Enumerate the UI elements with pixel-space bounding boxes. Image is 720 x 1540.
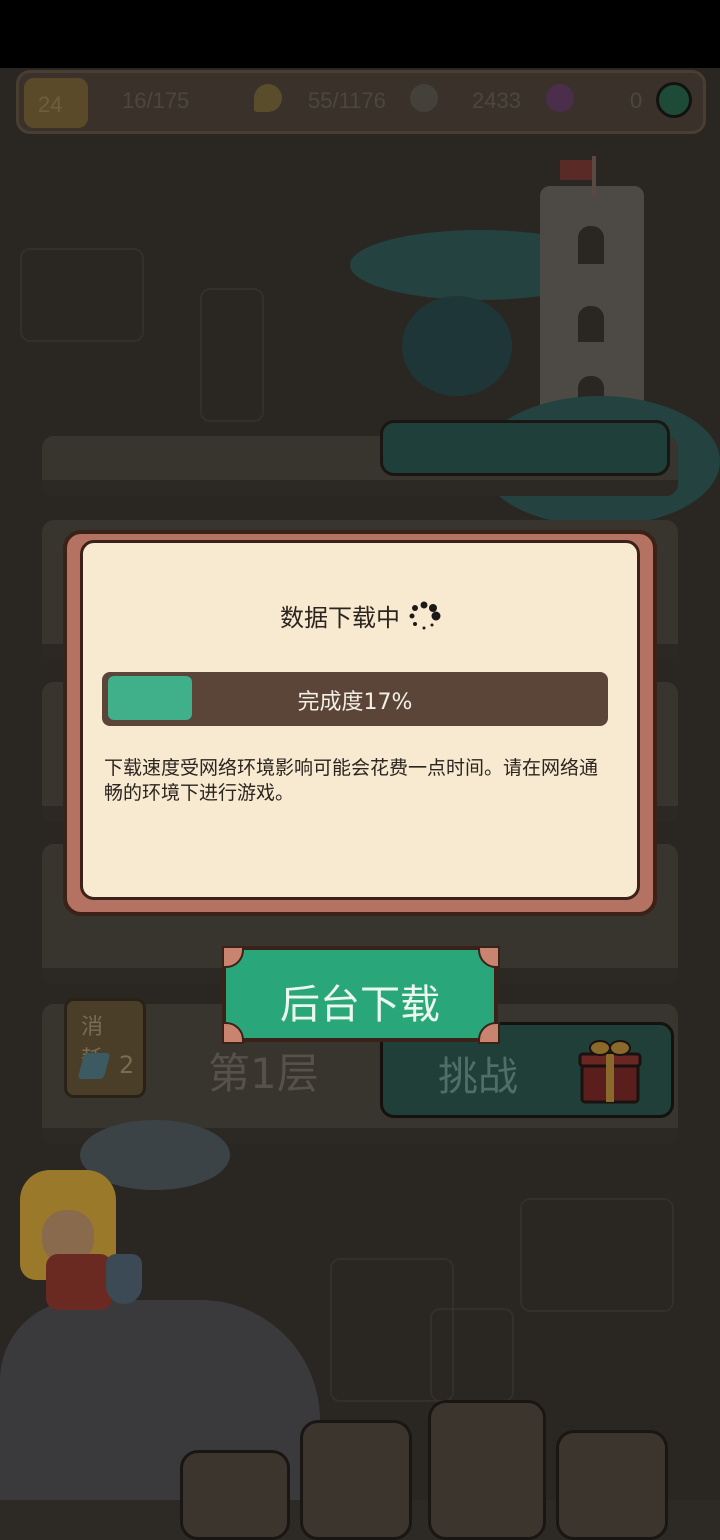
coin-count: 2433 — [472, 88, 521, 113]
cost-value: 2 — [119, 1051, 135, 1079]
flag-icon — [560, 160, 592, 180]
background-download-label: 后台下载 — [280, 982, 440, 1028]
flag-pole — [592, 156, 596, 196]
coin-icon — [410, 84, 438, 112]
food-icon — [254, 84, 282, 112]
floor-1-label: 第1层 — [208, 1049, 319, 1098]
nav-button-1[interactable] — [180, 1450, 290, 1540]
nav-button-events[interactable] — [428, 1400, 546, 1540]
loading-spinner-icon — [409, 601, 441, 630]
background-download-button[interactable]: 后台下载 — [222, 946, 498, 1042]
nav-button-2[interactable] — [300, 1420, 412, 1540]
gem-count: 0 — [630, 88, 643, 113]
shield-icon — [106, 1254, 142, 1304]
dialog-description: 下载速度受网络环境影响可能会花费一点时间。请在网络通畅的环境下进行游戏。 — [104, 757, 599, 804]
challenge-button-label: 挑战 — [438, 1054, 518, 1100]
dialog-title: 数据下载中 — [280, 604, 400, 632]
download-progress-bar: 完成度17% — [102, 672, 608, 726]
cost-card: 消 耗 2 — [64, 998, 146, 1098]
floor-3-button[interactable] — [380, 420, 670, 476]
plus-circle-icon[interactable] — [656, 82, 692, 118]
energy-icon — [77, 1053, 111, 1079]
hero-body — [46, 1254, 112, 1310]
food-count: 55/1176 — [308, 88, 386, 113]
progress-label: 完成度17% — [297, 690, 413, 715]
gift-icon[interactable] — [578, 1036, 642, 1104]
stamina-count: 16/175 — [122, 88, 190, 113]
player-level: 24 — [38, 92, 63, 117]
gem-icon — [546, 84, 574, 112]
status-bar — [0, 0, 720, 68]
nav-button-ranking[interactable] — [556, 1430, 668, 1540]
dragon-head-decoration — [402, 296, 512, 396]
